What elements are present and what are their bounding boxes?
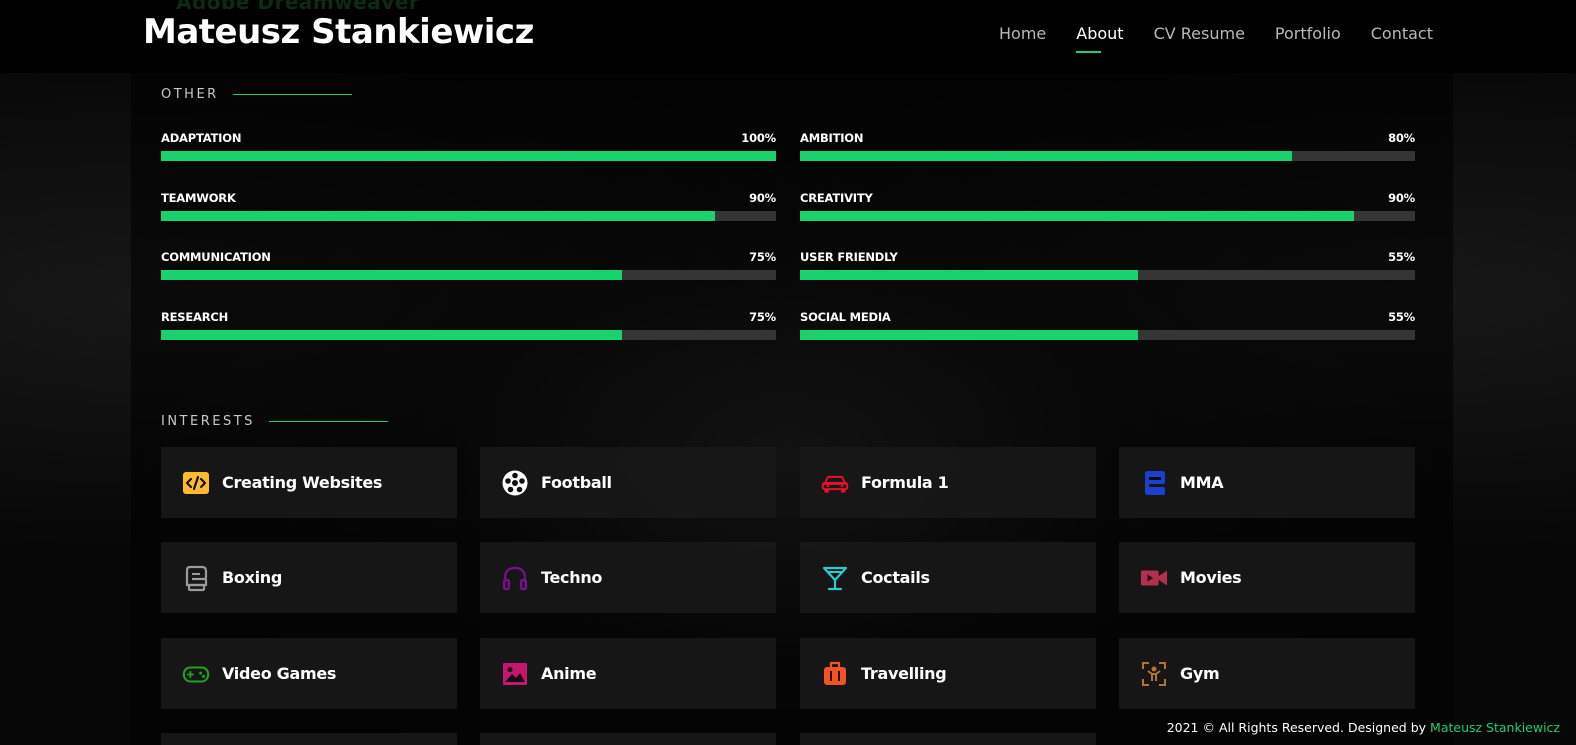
interest-card-boxing[interactable]: Boxing (161, 542, 457, 613)
skill-adaptation: ADAPTATION 100% (161, 131, 776, 161)
skill-value: 55% (1388, 250, 1415, 264)
image-icon (501, 660, 529, 688)
code-icon (182, 469, 210, 497)
interest-card-partial[interactable] (161, 733, 457, 745)
section-title-text: OTHER (161, 87, 219, 102)
skill-progress-bar (800, 211, 1415, 221)
skill-value: 90% (749, 191, 776, 205)
main-nav: Home About CV Resume Portfolio Contact (969, 22, 1433, 53)
interest-card-coctails[interactable]: Coctails (800, 542, 1096, 613)
video-camera-icon (1140, 564, 1168, 592)
skill-label: AMBITION (800, 131, 864, 145)
interest-label: Coctails (861, 568, 930, 587)
footer-text: 2021 © All Rights Reserved. Designed by (1166, 720, 1427, 735)
footer-copyright: 2021 © All Rights Reserved. Designed by … (1167, 720, 1560, 735)
skill-value: 90% (1388, 191, 1415, 205)
suitcase-icon (821, 660, 849, 688)
content-panel (131, 0, 1453, 745)
skill-progress-bar (161, 270, 776, 280)
skill-label: RESEARCH (161, 310, 229, 324)
brand-name[interactable]: Mateusz Stankiewicz (143, 12, 534, 52)
skill-communication: COMMUNICATION 75% (161, 250, 776, 280)
skill-progress-fill (161, 330, 623, 340)
skill-value: 100% (741, 131, 776, 145)
interest-label: Travelling (861, 664, 947, 683)
interest-label: Video Games (222, 664, 337, 683)
interest-card-creating-websites[interactable]: Creating Websites (161, 447, 457, 518)
interest-label: Football (541, 473, 612, 492)
car-icon (821, 469, 849, 497)
skill-progress-bar (161, 211, 776, 221)
interest-label: Movies (1180, 568, 1242, 587)
interest-label: Creating Websites (222, 473, 383, 492)
skill-ambition: AMBITION 80% (800, 131, 1415, 161)
skill-label: CREATIVITY (800, 191, 873, 205)
interest-label: Formula 1 (861, 473, 949, 492)
skill-progress-fill (800, 330, 1139, 340)
skill-value: 75% (749, 310, 776, 324)
section-title-text: INTERESTS (161, 414, 255, 429)
skill-label: TEAMWORK (161, 191, 236, 205)
boxing-glove-icon (1140, 469, 1168, 497)
cocktail-icon (821, 564, 849, 592)
skill-progress-fill (161, 211, 715, 221)
skill-social-media: SOCIAL MEDIA 55% (800, 310, 1415, 340)
interest-card-partial[interactable] (800, 733, 1096, 745)
nav-home[interactable]: Home (999, 22, 1046, 46)
footer-author-link[interactable]: Mateusz Stankiewicz (1430, 720, 1560, 735)
interest-card-techno[interactable]: Techno (480, 542, 776, 613)
skill-progress-bar (800, 270, 1415, 280)
skill-value: 80% (1388, 131, 1415, 145)
skill-progress-fill (800, 211, 1354, 221)
interest-card-travelling[interactable]: Travelling (800, 638, 1096, 709)
nav-cv-resume[interactable]: CV Resume (1154, 22, 1245, 46)
interest-card-formula-1[interactable]: Formula 1 (800, 447, 1096, 518)
interest-card-gym[interactable]: Gym (1119, 638, 1415, 709)
skill-progress-fill (161, 151, 776, 161)
skill-user-friendly: USER FRIENDLY 55% (800, 250, 1415, 280)
skill-teamwork: TEAMWORK 90% (161, 191, 776, 221)
section-title-interests: INTERESTS (161, 414, 388, 429)
interest-card-mma[interactable]: MMA (1119, 447, 1415, 518)
skill-label: ADAPTATION (161, 131, 242, 145)
skill-label: COMMUNICATION (161, 250, 271, 264)
interest-label: Techno (541, 568, 603, 587)
interest-label: Boxing (222, 568, 283, 587)
interest-label: Gym (1180, 664, 1220, 683)
interest-label: Anime (541, 664, 597, 683)
skill-progress-bar (161, 330, 776, 340)
interest-card-video-games[interactable]: Video Games (161, 638, 457, 709)
interest-label: MMA (1180, 473, 1224, 492)
interest-card-football[interactable]: Football (480, 447, 776, 518)
skill-label: USER FRIENDLY (800, 250, 898, 264)
nav-contact[interactable]: Contact (1371, 22, 1433, 46)
header-bar: Adobe Dreamweaver Mateusz Stankiewicz Ho… (0, 0, 1576, 73)
skill-label: SOCIAL MEDIA (800, 310, 891, 324)
nav-portfolio[interactable]: Portfolio (1275, 22, 1341, 46)
skill-progress-fill (800, 270, 1139, 280)
skill-value: 55% (1388, 310, 1415, 324)
gamepad-icon (182, 660, 210, 688)
skill-progress-bar (800, 151, 1415, 161)
interest-card-partial[interactable] (480, 733, 776, 745)
headphones-icon (501, 564, 529, 592)
interest-card-movies[interactable]: Movies (1119, 542, 1415, 613)
nav-about[interactable]: About (1076, 22, 1124, 53)
skill-progress-bar (161, 151, 776, 161)
gym-icon (1140, 660, 1168, 688)
skill-progress-fill (161, 270, 623, 280)
skill-progress-bar (800, 330, 1415, 340)
football-icon (501, 469, 529, 497)
section-title-line (268, 421, 388, 422)
skill-creativity: CREATIVITY 90% (800, 191, 1415, 221)
glove-icon (182, 564, 210, 592)
skill-progress-fill (800, 151, 1292, 161)
interest-card-anime[interactable]: Anime (480, 638, 776, 709)
skill-research: RESEARCH 75% (161, 310, 776, 340)
skill-value: 75% (749, 250, 776, 264)
section-title-line (232, 94, 352, 95)
section-title-other: OTHER (161, 87, 352, 102)
